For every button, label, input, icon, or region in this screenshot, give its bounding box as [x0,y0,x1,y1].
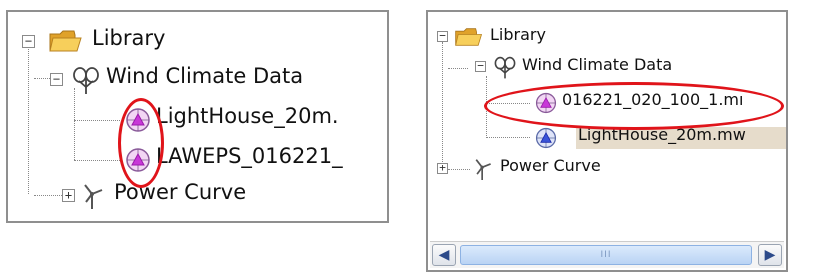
scroll-left-button[interactable]: ◀ [432,244,456,266]
collapse-toggle[interactable]: − [50,73,63,86]
wind-turbine-icon [84,184,103,209]
tree-label-library: Library [490,25,546,44]
chevron-right-icon: ▶ [764,247,776,263]
expand-toggle[interactable]: + [437,162,448,174]
tree-line [28,46,29,194]
tree-line [74,88,75,160]
grip-icon: III [600,250,612,260]
highlight-ellipse [484,82,784,130]
tree-line [74,120,120,121]
tree-label-power-curve: Power Curve [500,156,601,175]
tree-line [448,169,470,170]
wind-turbine-icon [475,159,491,180]
horizontal-scrollbar[interactable]: ◀ III ▶ [430,241,784,268]
right-tree-panel: − Library − Wind Climate Data 016221_020… [426,10,788,272]
tree-line [74,160,120,161]
wind-climate-icon [73,67,99,94]
collapse-toggle[interactable]: − [437,30,448,42]
folder-icon [49,30,82,52]
left-tree-panel: − Library − Wind Climate Data LightHouse… [6,10,389,223]
wind-file-icon [535,127,557,149]
expand-toggle[interactable]: + [62,189,75,202]
tree-line [442,42,443,170]
folder-icon [455,28,483,46]
collapse-toggle[interactable]: − [22,35,35,48]
tree-label-library: Library [92,26,166,50]
tree-label-wind-climate-data: Wind Climate Data [522,55,673,74]
scrollbar-thumb[interactable]: III [460,245,752,265]
tree-label-wind-climate-data: Wind Climate Data [106,64,304,88]
highlight-ellipse [118,98,164,188]
wind-climate-icon [494,56,516,79]
chevron-left-icon: ◀ [438,247,450,263]
collapse-toggle[interactable]: − [475,60,486,72]
tree-line [34,195,62,196]
tree-label-file-1: LightHouse_20m. [156,104,339,128]
tree-line [486,137,530,138]
tree-line [448,68,468,69]
tree-label-file-2: LAWEPS_016221_ [156,144,343,168]
scroll-right-button[interactable]: ▶ [758,244,782,266]
